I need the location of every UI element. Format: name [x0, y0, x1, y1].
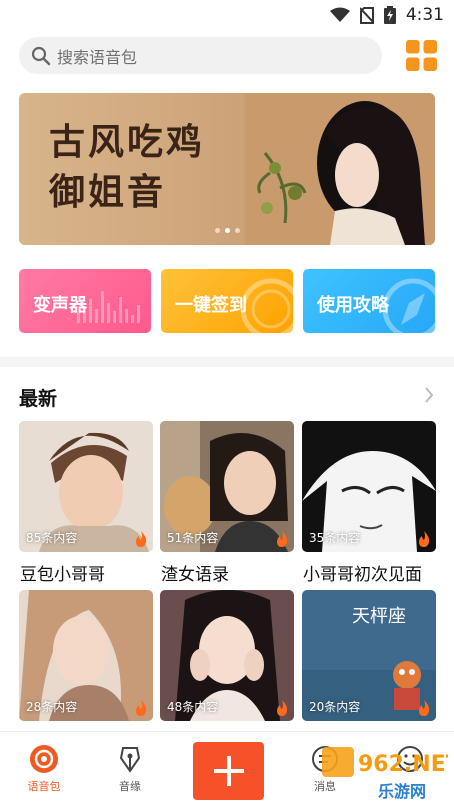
section-divider [0, 357, 454, 367]
tab-voice-pack[interactable]: 语音包 [14, 744, 74, 794]
tab-label: 音缘 [119, 780, 141, 793]
card-thumbnail: 51条内容 [160, 421, 294, 552]
voice-changer-label: 变声器 [33, 295, 87, 316]
banner-title-line1: 古风吃鸡 [49, 121, 206, 163]
status-bar: 4:31 [0, 0, 454, 30]
tab-yinyuan[interactable]: 音缘 [100, 744, 160, 794]
banner-pagination [215, 228, 240, 233]
no-sim-icon [359, 6, 374, 24]
sign-in-button[interactable]: 一键签到 [161, 269, 293, 333]
voice-pack-card[interactable]: 天枰座 20条内容 [302, 590, 436, 721]
voice-pack-card[interactable]: 85条内容 豆包小哥哥 [19, 421, 153, 585]
site-watermark: 962.NET 乐游网 [318, 735, 454, 805]
banner-portrait-image [245, 93, 435, 245]
card-content-count: 51条内容 [167, 531, 219, 545]
fire-icon [419, 531, 430, 547]
fire-icon [419, 700, 430, 716]
chevron-right-icon[interactable] [424, 386, 434, 404]
card-title: 豆包小哥哥 [20, 565, 105, 585]
fire-icon [277, 700, 288, 716]
watermark-text: 962.NET [358, 752, 448, 777]
voice-changer-button[interactable]: 变声器 [19, 269, 151, 333]
card-thumbnail: 天枰座 20条内容 [302, 590, 436, 721]
battery-charging-icon [383, 6, 396, 24]
search-icon [31, 46, 51, 65]
card-thumbnail: 28条内容 [19, 590, 153, 721]
add-button[interactable] [193, 742, 264, 800]
card-content-count: 28条内容 [26, 700, 78, 714]
sign-in-label: 一键签到 [175, 295, 247, 316]
search-input[interactable]: 搜索语音包 [19, 37, 382, 74]
voice-pack-card[interactable]: 28条内容 [19, 590, 153, 721]
card-thumbnail: 48条内容 [160, 590, 294, 721]
card-content-count: 85条内容 [26, 531, 78, 545]
banner-dot[interactable] [215, 228, 220, 233]
voice-pack-icon [30, 745, 58, 773]
voice-pack-card[interactable]: 48条内容 [160, 590, 294, 721]
card-content-count: 35条内容 [309, 531, 361, 545]
promo-banner[interactable]: 古风吃鸡 御姐音 [19, 93, 435, 245]
fire-icon [136, 700, 147, 716]
guide-label: 使用攻略 [317, 295, 389, 316]
card-content-count: 48条内容 [167, 700, 219, 714]
card-title: 小哥哥初次见面 [303, 565, 422, 585]
fire-icon [136, 531, 147, 547]
voice-pack-card[interactable]: 51条内容 渣女语录 [160, 421, 294, 585]
card-title: 渣女语录 [161, 565, 229, 585]
category-grid-icon[interactable] [406, 40, 437, 71]
fire-icon [277, 531, 288, 547]
card-image-caption: 天枰座 [352, 606, 406, 627]
section-title-latest: 最新 [19, 388, 58, 410]
search-row: 搜索语音包 [19, 37, 437, 74]
wifi-icon [329, 7, 350, 22]
search-placeholder: 搜索语音包 [57, 47, 138, 67]
watermark-subtext: 乐游网 [378, 782, 426, 801]
banner-title-line2: 御姐音 [49, 171, 167, 213]
plus-icon [213, 756, 244, 786]
banner-title: 古风吃鸡 御姐音 [49, 117, 205, 217]
voice-pack-card[interactable]: 35条内容 小哥哥初次见面 [302, 421, 436, 585]
clock: 4:31 [405, 5, 444, 25]
tab-label: 语音包 [27, 780, 61, 793]
pen-nib-icon [119, 747, 141, 773]
card-thumbnail: 35条内容 [302, 421, 436, 552]
watermark-logo-icon: 962.NET 乐游网 [322, 747, 454, 801]
banner-dot-active[interactable] [225, 228, 230, 233]
card-thumbnail: 85条内容 [19, 421, 153, 552]
guide-button[interactable]: 使用攻略 [303, 269, 435, 333]
card-content-count: 20条内容 [309, 700, 361, 714]
banner-dot[interactable] [235, 228, 240, 233]
